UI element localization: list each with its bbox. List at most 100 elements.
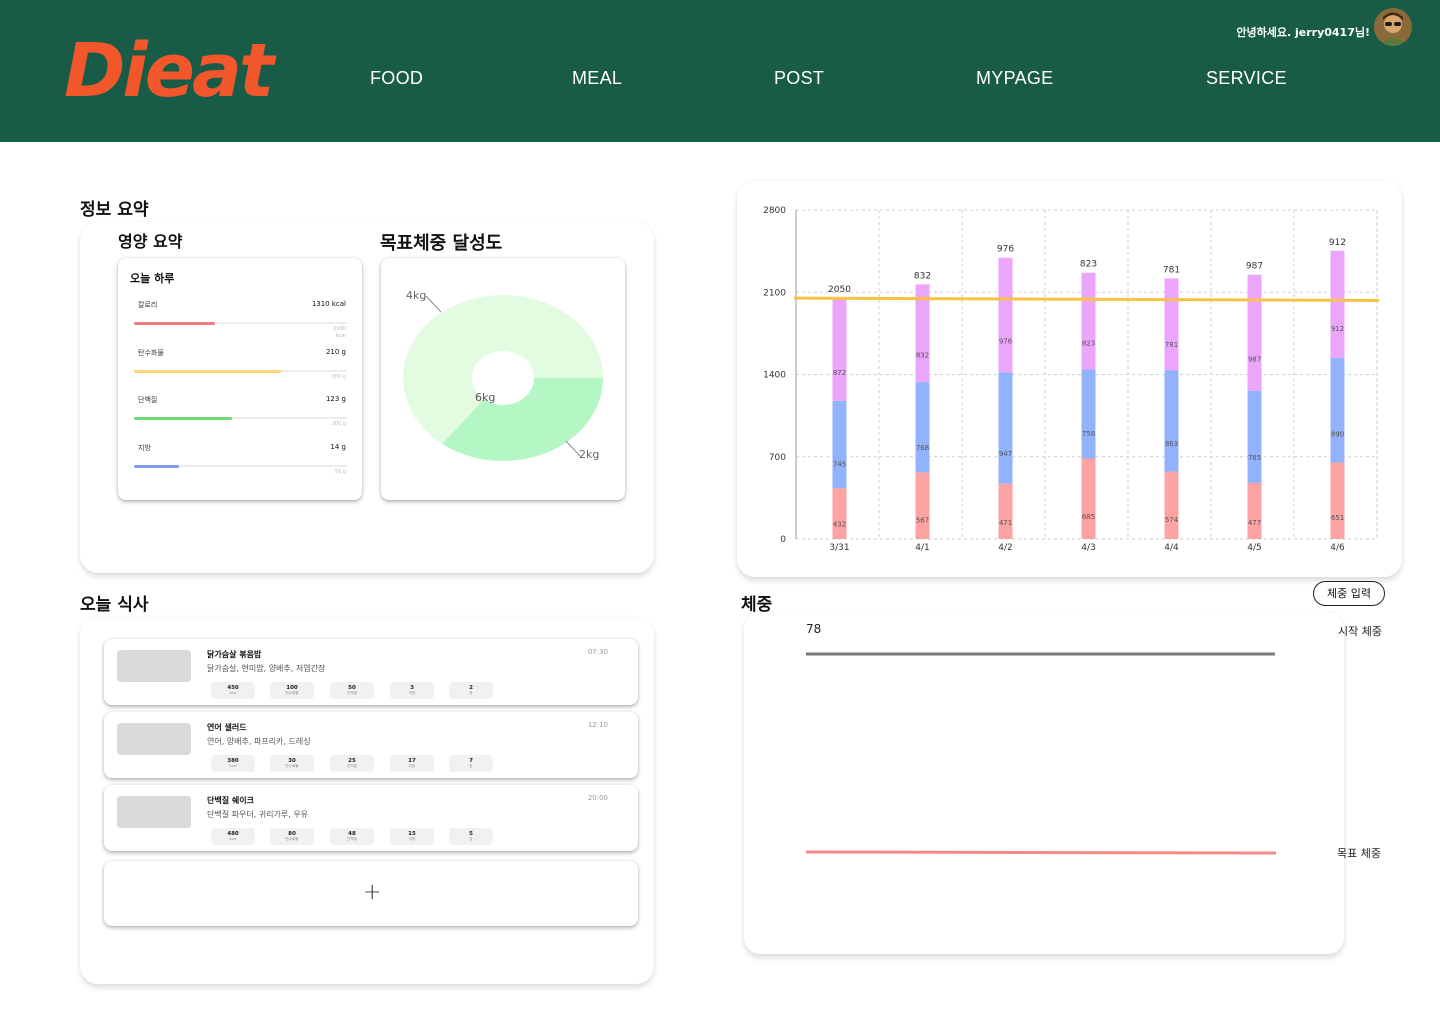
bar-segment-label: 574 — [1165, 516, 1179, 524]
meal-ingredients: 단백질 파우더, 귀리가루, 우유 — [207, 810, 309, 819]
meal-name: 연어 샐러드 — [207, 723, 247, 732]
nav-mypage[interactable]: MYPAGE — [976, 68, 1053, 89]
meals-panel: 닭가슴살 볶음밥 닭가슴살, 현미밥, 양배추, 저염간장 07:30 450 kcal… — [80, 617, 654, 984]
nutrient-goal: 2000 kcal — [333, 326, 346, 339]
goal-title: 목표체중 달성도 — [380, 233, 503, 254]
bar-segment — [1330, 250, 1345, 358]
chip-unit: 지방 — [408, 691, 416, 695]
donut-label-achieved: 2kg — [579, 448, 599, 461]
bar-segment — [1081, 272, 1096, 370]
meal-time: 07:30 — [587, 648, 608, 656]
summary-title: 정보 요약 — [80, 200, 149, 220]
user-avatar[interactable] — [1374, 8, 1412, 46]
meal-card[interactable]: 연어 샐러드 연어, 양배추, 파프리카, 드레싱 12:10 380 kcal 30 탄수… — [104, 712, 638, 778]
nutrient-chip: 48 단백질 — [330, 828, 374, 845]
nutrient-chip: 2당 — [449, 682, 493, 699]
bar-segment-label: 832 — [916, 352, 929, 360]
nutrient-progress-fill — [134, 417, 232, 420]
goal-donut-card: 4kg 6kg 2kg — [381, 258, 625, 500]
nutrient-chip: 17 지방 — [390, 755, 434, 772]
chip-unit: 단백질 — [347, 691, 357, 695]
bar-segment — [1164, 370, 1179, 472]
chip-unit: kcal — [229, 764, 237, 768]
bar-segment-label: 685 — [1082, 513, 1095, 521]
meal-card[interactable]: 닭가슴살 볶음밥 닭가슴살, 현미밥, 양배추, 저염간장 07:30 450 kcal… — [104, 639, 638, 705]
chip-unit: 당 — [469, 691, 473, 695]
bar-segment-label: 976 — [999, 338, 1013, 346]
bar-segment-label: 785 — [1248, 454, 1261, 462]
add-meal-button[interactable]: + — [104, 861, 638, 926]
bar-segment — [915, 382, 930, 473]
bar-total-label: 832 — [914, 271, 931, 281]
bar-segment-label: 745 — [833, 460, 846, 468]
bar-segment — [998, 483, 1013, 539]
meal-thumbnail — [117, 723, 191, 755]
x-tick-label: 4/1 — [915, 543, 929, 553]
nutrient-progress-track — [134, 322, 347, 325]
meal-ingredients: 닭가슴살, 현미밥, 양배추, 저염간장 — [207, 664, 326, 673]
bar-segment-label: 863 — [1165, 440, 1178, 448]
bar-segment-label: 823 — [1082, 339, 1095, 347]
meal-time: 20:00 — [587, 794, 608, 802]
chip-unit: 당 — [469, 837, 473, 841]
nav-food[interactable]: FOOD — [370, 68, 423, 89]
chip-unit: 당 — [469, 764, 473, 768]
meal-card[interactable]: 단백질 쉐이크 단백질 파우더, 귀리가루, 우유 20:00 480 kcal 80 탄수… — [104, 785, 638, 851]
chip-unit: kcal — [229, 691, 237, 695]
nutrient-value: 14 g — [330, 442, 346, 451]
meal-time: 12:10 — [587, 721, 608, 729]
bar-segment — [1330, 357, 1345, 463]
plus-icon: + — [363, 880, 382, 905]
bar-segment-label: 872 — [833, 369, 846, 377]
donut-label-total: 6kg — [475, 391, 495, 404]
dieat-logo[interactable]: Dieat — [62, 8, 282, 118]
nutrient-progress-track — [134, 369, 347, 373]
nutrient-value: 210 g — [325, 347, 346, 356]
goal-weight-line — [805, 850, 1277, 855]
nutrient-row: 단백질 123 g 200 g — [118, 395, 362, 443]
nutrient-progress-fill — [134, 369, 281, 373]
nutrient-chip: 380 kcal — [211, 755, 255, 772]
y-tick-label: 1400 — [763, 371, 786, 381]
bar-segment — [998, 372, 1013, 484]
nutrient-value: 1310 kcal — [311, 300, 346, 308]
nutrient-chip: 50 단백질 — [330, 682, 374, 699]
calorie-bar-chart: 0 700 1400 2100 2800 432 745 872 2050 3/31 567 768 8… — [763, 206, 1380, 553]
donut-leader-line — [565, 440, 581, 457]
nav-service[interactable]: SERVICE — [1206, 68, 1287, 89]
nutrient-goal: 300 g — [331, 373, 346, 380]
nutrition-card: 오늘 하루 칼로리 1310 kcal 2000 kcal 탄수화물 210 g 300 … — [118, 258, 362, 500]
nutrient-chip: 15 지방 — [390, 828, 434, 845]
nav-meal[interactable]: MEAL — [572, 68, 622, 89]
chip-unit: kcal — [229, 837, 237, 841]
donut-leader-line — [425, 295, 442, 313]
meal-name: 닭가슴살 볶음밥 — [207, 650, 262, 659]
nutrient-chip: 7당 — [449, 755, 493, 772]
chip-unit: 탄수화물 — [285, 691, 299, 695]
goal-donut-chart: 4kg 6kg 2kg — [403, 289, 603, 461]
bar-segment-label: 912 — [1331, 325, 1344, 333]
nav-post[interactable]: POST — [774, 68, 824, 89]
nutrient-goal: 200 g — [331, 421, 346, 427]
y-tick-label: 2100 — [763, 288, 786, 298]
bar-total-label: 976 — [997, 245, 1014, 255]
bar-segment-label: 651 — [1331, 514, 1344, 522]
bar-segment-label: 890 — [1331, 430, 1344, 438]
bar-total-label: 912 — [1329, 238, 1346, 248]
nutrient-label: 탄수화물 — [138, 348, 164, 357]
nutrient-chip: 3 지방 — [390, 682, 434, 699]
avatar-image — [1374, 8, 1412, 46]
bar-total-label: 2050 — [828, 285, 851, 295]
bar-segment-label: 567 — [916, 516, 929, 524]
bar-total-label: 823 — [1080, 260, 1097, 270]
nutrient-progress-track — [134, 417, 347, 420]
bar-segment-label: 947 — [999, 450, 1012, 458]
nutrient-goal: 50 g — [334, 468, 346, 475]
nutrient-label: 단백질 — [138, 396, 158, 404]
donut-label-remaining: 4kg — [406, 289, 426, 302]
target-calorie-line — [793, 296, 1380, 302]
y-tick-label: 2800 — [763, 206, 786, 216]
weight-input-button[interactable]: 체중 입력 — [1313, 581, 1385, 606]
bar-segment-label: 758 — [1082, 430, 1095, 438]
bar-segment-label: 768 — [916, 444, 929, 452]
